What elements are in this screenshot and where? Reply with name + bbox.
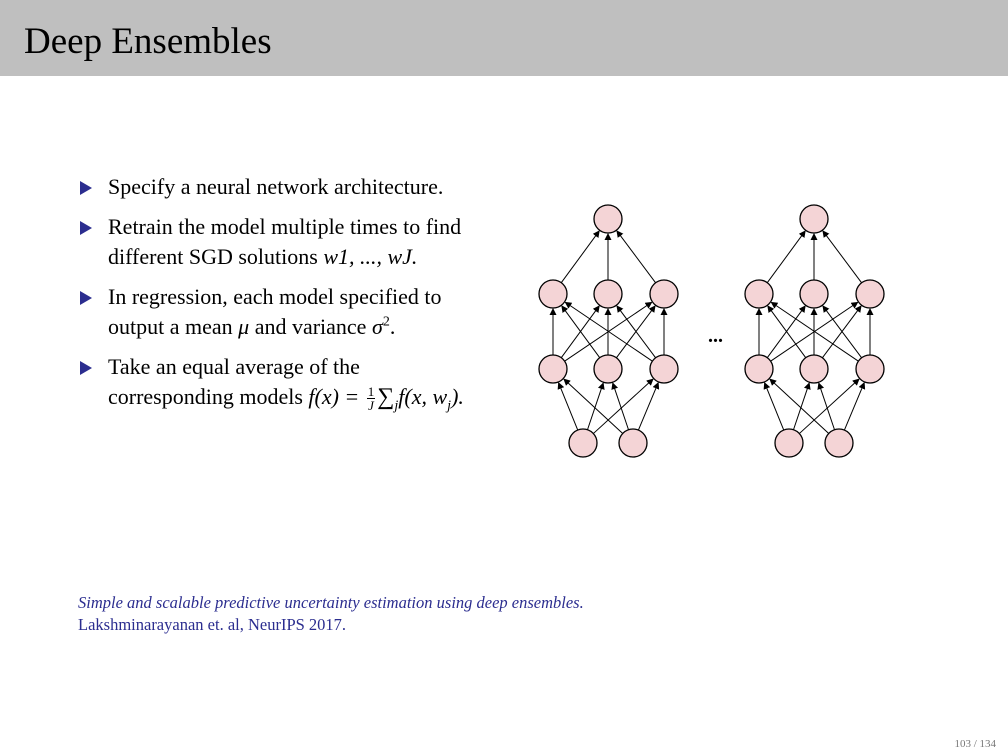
network-node <box>855 354 885 384</box>
fraction-numerator: 1 <box>366 384 376 400</box>
sigma-exponent: 2 <box>382 314 390 330</box>
connection-arrow <box>793 382 811 430</box>
network-node <box>855 279 885 309</box>
network-node <box>799 279 829 309</box>
network-node <box>618 428 648 458</box>
connection-arrow <box>763 381 785 431</box>
connection-arrow <box>616 230 657 284</box>
network-node <box>593 354 623 384</box>
reference-paper-title: Simple and scalable predictive uncertain… <box>78 593 584 612</box>
network-node <box>744 354 774 384</box>
network-node <box>824 428 854 458</box>
formula-rhs: f(x, w <box>398 384 448 409</box>
network-node <box>649 279 679 309</box>
bullet-item: In regression, each model specified to o… <box>78 282 478 342</box>
weights-math: w1, ..., wJ. <box>323 244 418 269</box>
bullet-text-middle: and variance <box>249 314 372 339</box>
network-node <box>568 428 598 458</box>
network-node <box>538 279 568 309</box>
page-number: 103 / 134 <box>954 738 996 750</box>
mu-symbol: μ <box>238 314 250 339</box>
ellipsis-label: ... <box>708 325 723 347</box>
bullet-triangle-icon <box>80 181 92 195</box>
network-node <box>538 354 568 384</box>
reference-authors: Lakshminarayanan et. al, NeurIPS 2017. <box>78 615 347 634</box>
bullet-item: Take an equal average of the correspondi… <box>78 352 478 414</box>
slide-title: Deep Ensembles <box>24 21 272 62</box>
network-node <box>774 428 804 458</box>
network-node <box>799 204 829 234</box>
connection-arrow <box>822 230 863 284</box>
fraction: 1J <box>366 384 376 414</box>
bullet-item: Specify a neural network architecture. <box>78 172 478 202</box>
network-node <box>744 279 774 309</box>
network-node <box>593 279 623 309</box>
network-node <box>593 204 623 234</box>
connection-arrow <box>766 230 806 284</box>
fraction-denominator: J <box>368 398 374 414</box>
connection-arrow <box>560 230 600 284</box>
sum-symbol: ∑ <box>377 384 395 410</box>
sigma-symbol: σ <box>371 314 383 339</box>
connection-arrow <box>611 382 629 430</box>
ensemble-network-diagram: ... <box>538 204 885 458</box>
title-bar: Deep Ensembles <box>0 0 1008 76</box>
formula-lhs: f(x) = <box>308 384 365 409</box>
bullet-text-end: . <box>389 314 396 339</box>
connection-arrow <box>557 381 579 431</box>
bullet-triangle-icon <box>80 361 92 375</box>
network-node <box>649 354 679 384</box>
formula-end: ). <box>451 384 464 409</box>
connection-arrow <box>817 382 835 430</box>
bullet-item: Retrain the model multiple times to find… <box>78 212 478 272</box>
network-node <box>799 354 829 384</box>
reference: Simple and scalable predictive uncertain… <box>78 592 584 636</box>
bullet-text: Specify a neural network architecture. <box>108 174 444 199</box>
connection-arrow <box>587 382 605 430</box>
bullet-triangle-icon <box>80 221 92 235</box>
bullet-list: Specify a neural network architecture. R… <box>78 172 478 422</box>
bullet-triangle-icon <box>80 291 92 305</box>
